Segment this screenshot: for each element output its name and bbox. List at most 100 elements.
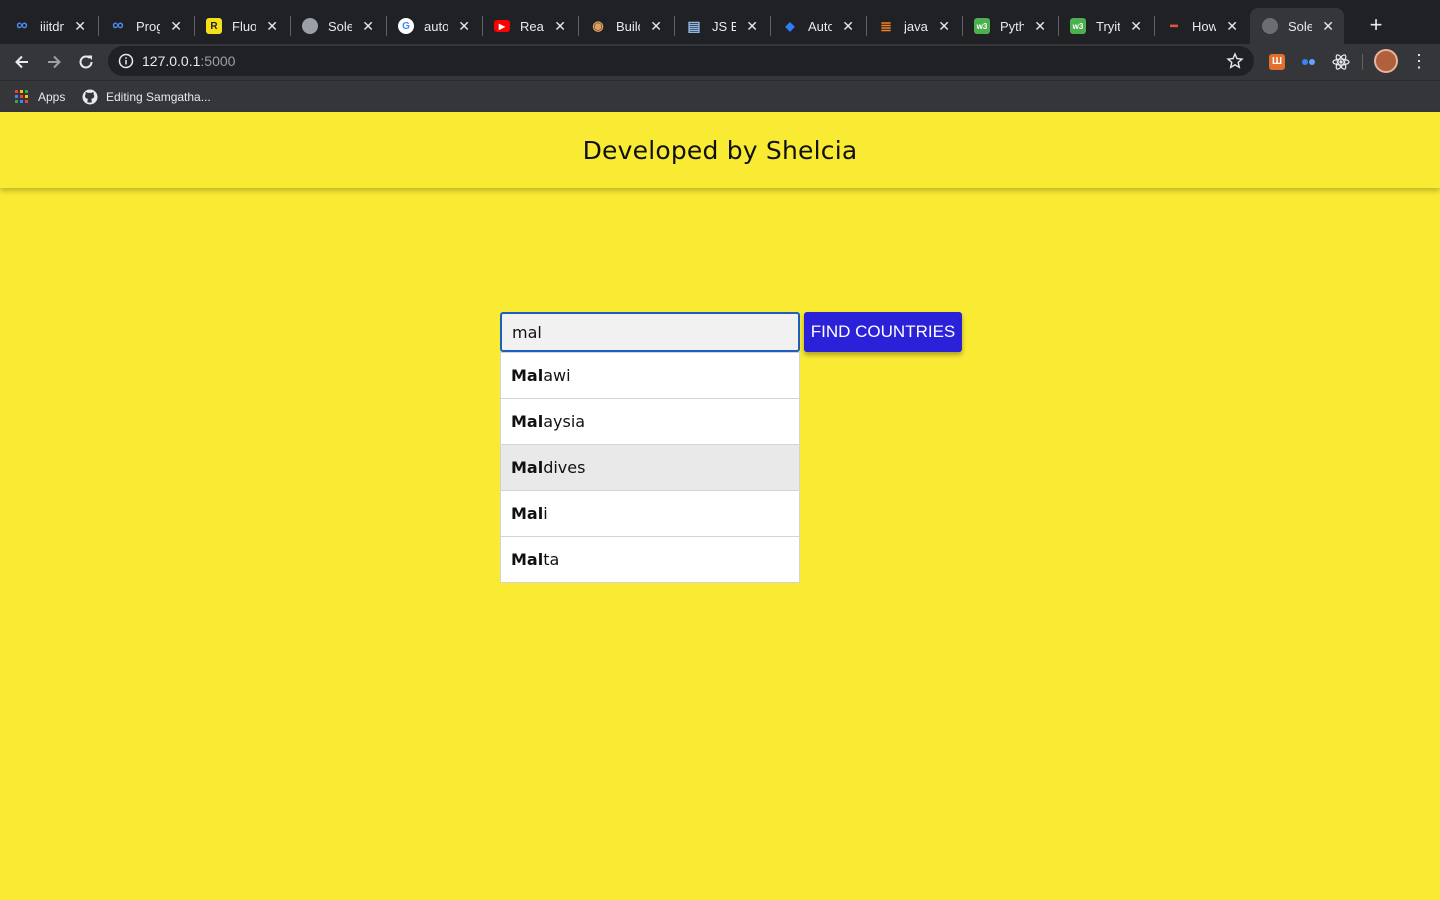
tab-close-icon[interactable]: ✕ xyxy=(1130,18,1142,34)
tab-separator xyxy=(578,16,579,36)
browser-tab[interactable]: Solen ✕ xyxy=(290,8,384,44)
autocomplete-item[interactable]: Mal aysia xyxy=(501,399,799,445)
tab-title: JS Bir xyxy=(712,18,737,34)
extension-react-devtools-icon[interactable] xyxy=(1332,53,1350,71)
profile-avatar[interactable] xyxy=(1374,49,1398,73)
autocomplete-item[interactable]: Mal i xyxy=(501,491,799,537)
browser-menu-icon[interactable]: ⋮ xyxy=(1410,51,1428,71)
tab-title: React xyxy=(520,18,544,34)
browser-tab[interactable]: ◆ Autoc ✕ xyxy=(770,8,864,44)
country-search-input[interactable] xyxy=(500,312,800,352)
dash-icon: ━ xyxy=(1170,19,1178,33)
tab-separator xyxy=(962,16,963,36)
tab-title: Fluox xyxy=(232,18,257,34)
tab-close-icon[interactable]: ✕ xyxy=(1226,18,1238,34)
tab-close-icon[interactable]: ✕ xyxy=(938,18,950,34)
w3-icon: w3 xyxy=(974,18,990,34)
tab-close-icon[interactable]: ✕ xyxy=(1034,18,1046,34)
tab-title: Pytho xyxy=(1000,18,1025,34)
url-text: 127.0.0.1:5000 xyxy=(142,53,236,69)
browser-tab[interactable]: R Fluox ✕ xyxy=(194,8,288,44)
bookmark-apps[interactable]: Apps xyxy=(14,87,65,107)
w3-icon: w3 xyxy=(1070,18,1086,34)
tab-title: Progr xyxy=(136,18,161,34)
back-arrow-icon xyxy=(15,55,28,69)
remaining-text: i xyxy=(543,504,548,523)
tab-strip: ∞ iiitdm ✕ ∞ Progr ✕ R Fluox ✕ Solen ✕ Gautoc ✕ ▶ Reac… xyxy=(0,0,1440,44)
owl-icon: ◉ xyxy=(592,18,604,33)
browser-tab[interactable]: w3 Tryit E ✕ xyxy=(1058,8,1152,44)
back-button[interactable] xyxy=(10,50,34,74)
toolbar-divider xyxy=(1362,54,1363,70)
tab-title: How t xyxy=(1192,18,1217,34)
browser-tab[interactable]: ━ How t ✕ xyxy=(1154,8,1248,44)
browser-tab[interactable]: ∞ Progr ✕ xyxy=(98,8,192,44)
bookmark-label: Editing Samgatha... xyxy=(106,90,211,104)
extension-ublock-icon[interactable]: Ш xyxy=(1268,53,1286,71)
browser-tab[interactable]: Gautoc ✕ xyxy=(386,8,480,44)
tab-separator xyxy=(1058,16,1059,36)
globe-icon xyxy=(302,18,318,34)
browser-tab[interactable]: ◉ Build ✕ xyxy=(578,8,672,44)
globe-icon xyxy=(1262,18,1278,34)
match-text: Mal xyxy=(511,550,544,569)
bookmark-star-icon[interactable] xyxy=(1226,52,1244,70)
github-icon xyxy=(82,89,98,105)
find-countries-button[interactable]: FIND COUNTRIES xyxy=(804,312,962,352)
tab-title: Solen xyxy=(1288,18,1313,34)
page-title: Developed by Shelcia xyxy=(582,135,858,165)
tab-close-icon[interactable]: ✕ xyxy=(1322,18,1334,34)
tab-title: Build xyxy=(616,18,640,34)
tab-title: Solen xyxy=(328,18,353,34)
browser-tab[interactable]: Solen ✕ xyxy=(1250,8,1344,44)
infinity-icon: ∞ xyxy=(16,17,28,34)
reload-button[interactable] xyxy=(74,50,98,74)
tab-title: iiitdm xyxy=(40,18,64,34)
tab-close-icon[interactable]: ✕ xyxy=(170,18,182,34)
autocomplete-list: Mal awi Mal aysia Mal dives Mal i Mal ta xyxy=(500,352,800,583)
autocomplete-item[interactable]: Mal dives xyxy=(501,445,799,491)
browser-tab[interactable]: w3 Pytho ✕ xyxy=(962,8,1056,44)
forward-button[interactable] xyxy=(42,50,66,74)
tab-close-icon[interactable]: ✕ xyxy=(842,18,854,34)
match-text: Mal xyxy=(511,504,544,523)
mui-icon: ◆ xyxy=(785,19,795,33)
tab-close-icon[interactable]: ✕ xyxy=(746,18,758,34)
browser-tab[interactable]: ∞ iiitdm ✕ xyxy=(2,8,96,44)
stackoverflow-icon: ≣ xyxy=(880,17,892,34)
tab-separator xyxy=(866,16,867,36)
remaining-text: ta xyxy=(543,550,560,569)
match-text: Mal xyxy=(511,458,544,477)
new-tab-button[interactable]: + xyxy=(1364,14,1388,38)
tab-close-icon[interactable]: ✕ xyxy=(554,18,566,34)
youtube-icon: ▶ xyxy=(494,20,510,32)
browser-toolbar: 127.0.0.1:5000 Ш ⋮ xyxy=(0,44,1440,80)
bookmark-editing-samgatha[interactable]: Editing Samgatha... xyxy=(82,87,211,107)
bookmark-label: Apps xyxy=(38,90,66,104)
autocomplete-item[interactable]: Mal awi xyxy=(501,353,799,399)
match-text: Mal xyxy=(511,412,544,431)
tab-title: javasc xyxy=(904,18,928,34)
tab-close-icon[interactable]: ✕ xyxy=(650,18,662,34)
address-bar[interactable]: 127.0.0.1:5000 xyxy=(108,46,1254,76)
apps-grid-icon xyxy=(14,89,30,105)
tab-separator xyxy=(482,16,483,36)
tab-close-icon[interactable]: ✕ xyxy=(458,18,470,34)
tab-separator xyxy=(674,16,675,36)
tab-close-icon[interactable]: ✕ xyxy=(74,18,86,34)
autocomplete-item[interactable]: Mal ta xyxy=(501,537,799,582)
google-icon: G xyxy=(398,18,414,34)
info-icon[interactable] xyxy=(118,53,134,69)
bookmarks-bar: Apps Editing Samgatha... xyxy=(0,80,1440,112)
browser-tab[interactable]: ≣ javasc ✕ xyxy=(866,8,960,44)
tab-close-icon[interactable]: ✕ xyxy=(362,18,374,34)
tab-close-icon[interactable]: ✕ xyxy=(266,18,278,34)
jsbin-icon: ▤ xyxy=(687,17,701,34)
r-badge-icon: R xyxy=(206,18,222,34)
browser-tab[interactable]: ▤ JS Bir ✕ xyxy=(674,8,768,44)
extension-translate-icon[interactable] xyxy=(1300,53,1318,71)
tab-separator xyxy=(386,16,387,36)
browser-tab[interactable]: ▶ React ✕ xyxy=(482,8,576,44)
infinity-icon: ∞ xyxy=(112,17,124,34)
tab-title: Tryit E xyxy=(1096,18,1121,34)
